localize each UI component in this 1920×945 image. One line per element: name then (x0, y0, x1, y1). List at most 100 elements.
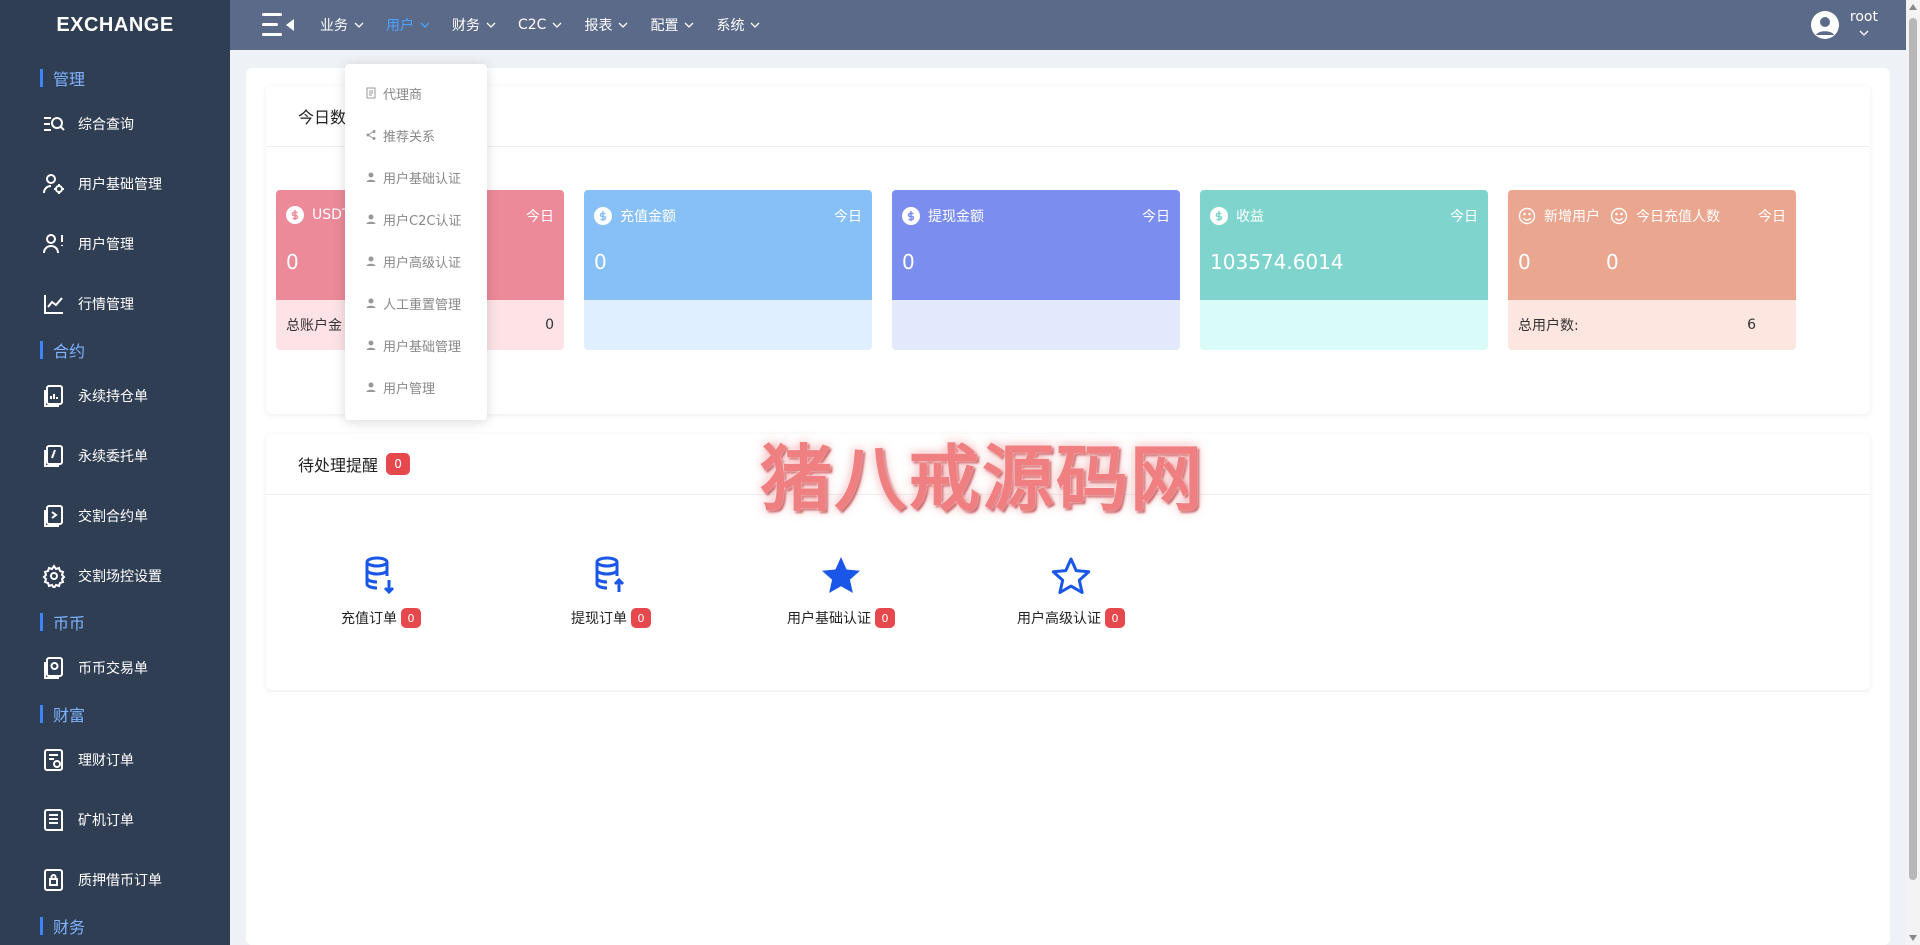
person-icon (366, 340, 376, 350)
chevron-down-icon (619, 22, 628, 28)
smile-icon (1518, 207, 1536, 225)
todo-label: 用户基础认证 (787, 611, 871, 627)
card-footer-value: 0 (545, 317, 554, 333)
sidebar-item-spot-trade[interactable]: 币币交易单 (0, 638, 230, 698)
sidebar-item-miner-order[interactable]: 矿机订单 (0, 790, 230, 850)
card-period: 今日 (1450, 209, 1478, 225)
sidebar: EXCHANGE 管理 综合查询 用户基础管理 用户管理 行情管理 合约 永续持… (0, 0, 230, 945)
dropdown-item-c2c-verify[interactable]: 用户C2C认证 (345, 198, 487, 240)
todo-items: 充值订单 0 提现订单 0 用户基础认证 0 用户高级认证 0 (266, 554, 1186, 628)
user-name: root (1849, 9, 1878, 25)
nav-c2c[interactable]: C2C (518, 17, 562, 33)
search-list-icon (44, 117, 65, 131)
card-period: 今日 (1142, 209, 1170, 225)
sidebar-item-market[interactable]: 行情管理 (0, 274, 230, 334)
card-value: 0 (286, 250, 299, 274)
sidebar-item-label: 质押借币订单 (78, 873, 162, 889)
contract-doc-icon (44, 505, 63, 527)
card-title: 新增用户 (1544, 209, 1600, 225)
sidebar-item-delivery-settings[interactable]: 交割场控设置 (0, 546, 230, 606)
sidebar-section-wealth: 财富 (0, 698, 230, 730)
sidebar-item-user-manage[interactable]: 用户管理 (0, 214, 230, 274)
stat-card-deposit: 充值金额 今日 0 (584, 190, 872, 350)
todo-basic-verify[interactable]: 用户基础认证 0 (726, 554, 956, 628)
user-alert-icon (43, 234, 63, 254)
card-title: 充值金额 (620, 209, 676, 225)
scroll-up-arrow-icon[interactable] (1909, 4, 1917, 10)
sidebar-item-label: 行情管理 (78, 297, 134, 313)
dropdown-item-basic-verify[interactable]: 用户基础认证 (345, 156, 487, 198)
sidebar-item-finance-order[interactable]: 理财订单 (0, 730, 230, 790)
sidebar-item-pledge-order[interactable]: 质押借币订单 (0, 850, 230, 910)
card-value-2: 0 (1606, 250, 1619, 274)
todo-label: 用户高级认证 (1017, 611, 1101, 627)
finance-doc-icon (44, 749, 63, 771)
database-upload-icon (595, 556, 625, 592)
sidebar-item-label: 永续委托单 (78, 449, 148, 465)
sidebar-item-perpetual-entrust[interactable]: 永续委托单 (0, 426, 230, 486)
main-content: 今日数 USDT 今日 0 总账户金 0 充值金额 今日 0 提现金额 今日 0… (246, 68, 1890, 945)
scrollbar-thumb[interactable] (1909, 18, 1917, 880)
dropdown-item-user-basic[interactable]: 用户基础管理 (345, 324, 487, 366)
smile-icon (1610, 207, 1628, 225)
list-doc-icon (44, 809, 63, 831)
user-menu[interactable]: root (1810, 9, 1878, 41)
stat-cards: USDT 今日 0 总账户金 0 充值金额 今日 0 提现金额 今日 0 收益 … (276, 190, 1816, 350)
chevron-down-icon (354, 22, 364, 28)
menu-toggle-icon[interactable] (248, 0, 308, 50)
dropdown-item-manual-reset[interactable]: 人工重置管理 (345, 282, 487, 324)
dropdown-item-agent[interactable]: 代理商 (345, 72, 487, 114)
user-settings-icon (43, 174, 64, 194)
dropdown-item-referral[interactable]: 推荐关系 (345, 114, 487, 156)
dropdown-item-user-manage[interactable]: 用户管理 (345, 366, 487, 408)
card-footer-label: 总用户数: (1518, 318, 1579, 334)
todo-count-badge: 0 (1105, 608, 1125, 628)
chevron-down-icon (1859, 30, 1869, 36)
chevron-down-icon (751, 22, 760, 28)
person-icon (366, 172, 376, 182)
stat-card-profit: 收益 今日 103574.6014 (1200, 190, 1488, 350)
stat-card-withdraw: 提现金额 今日 0 (892, 190, 1180, 350)
page-scrollbar[interactable] (1906, 0, 1920, 945)
star-outline-icon (1051, 557, 1091, 594)
nav-report[interactable]: 报表 (584, 15, 628, 35)
sidebar-item-label: 交割合约单 (78, 509, 148, 525)
sidebar-item-delivery-contract[interactable]: 交割合约单 (0, 486, 230, 546)
card-period: 今日 (1758, 209, 1786, 225)
sidebar-section-finance: 财务 (0, 910, 230, 942)
chevron-down-icon (486, 22, 496, 28)
sidebar-item-label: 交割场控设置 (78, 569, 162, 585)
card-title: 提现金额 (928, 209, 984, 225)
todo-withdraw-order[interactable]: 提现订单 0 (496, 554, 726, 628)
today-panel-title: 今日数 (266, 86, 1870, 147)
card-period: 今日 (526, 209, 554, 225)
app-logo: EXCHANGE (56, 13, 174, 36)
stat-card-users: 新增用户 今日充值人数 今日 0 0 总用户数: 6 (1508, 190, 1796, 350)
sidebar-section-contract: 合约 (0, 334, 230, 366)
nav-user[interactable]: 用户 (386, 15, 430, 35)
todo-label: 充值订单 (341, 611, 397, 627)
chevron-down-icon (685, 22, 694, 28)
sidebar-item-label: 矿机订单 (78, 813, 134, 829)
sidebar-section-spot: 币币 (0, 606, 230, 638)
nav-business[interactable]: 业务 (320, 15, 364, 35)
line-chart-icon (44, 295, 63, 314)
sidebar-item-overview-query[interactable]: 综合查询 (0, 94, 230, 154)
todo-advanced-verify[interactable]: 用户高级认证 0 (956, 554, 1186, 628)
sidebar-item-user-basic[interactable]: 用户基础管理 (0, 154, 230, 214)
nav-config[interactable]: 配置 (650, 15, 694, 35)
scroll-down-arrow-icon[interactable] (1909, 935, 1917, 941)
top-nav-menu: 业务 用户 财务 C2C 报表 配置 系统 (320, 15, 782, 35)
sidebar-item-label: 用户管理 (78, 237, 134, 253)
nav-finance[interactable]: 财务 (452, 15, 496, 35)
sidebar-item-perpetual-position[interactable]: 永续持仓单 (0, 366, 230, 426)
dropdown-item-advanced-verify[interactable]: 用户高级认证 (345, 240, 487, 282)
share-icon (366, 130, 376, 140)
todo-deposit-order[interactable]: 充值订单 0 (266, 554, 496, 628)
person-icon (366, 298, 376, 308)
doc-icon (366, 87, 376, 99)
todo-count-badge: 0 (631, 608, 651, 628)
nav-system[interactable]: 系统 (716, 15, 760, 35)
chart-doc-icon (44, 385, 63, 407)
top-navbar: 业务 用户 财务 C2C 报表 配置 系统 root (230, 0, 1906, 50)
